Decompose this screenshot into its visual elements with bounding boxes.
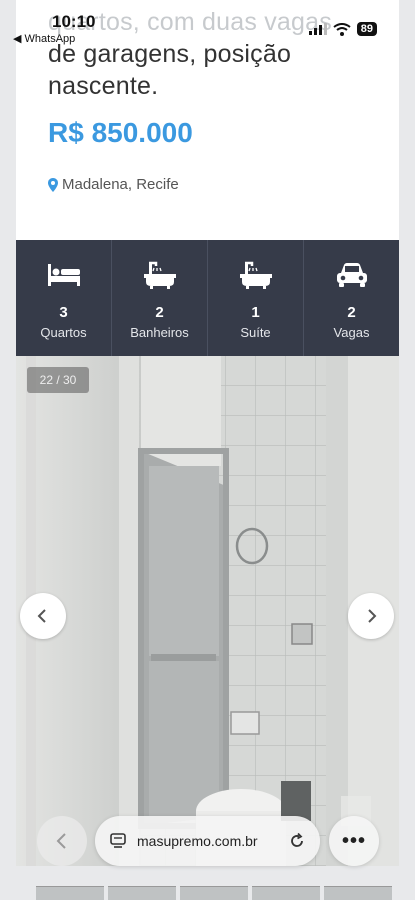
address-bar[interactable]: masupremo.com.br [95,816,320,866]
gallery-photo[interactable] [16,356,399,866]
location-text: Madalena, Recife [62,176,179,193]
back-to-app-link[interactable]: ◀ WhatsApp [13,32,75,45]
status-bar: 10:10 ◀ WhatsApp 89 [0,0,415,46]
gallery-next-button[interactable] [348,593,394,639]
chevron-right-icon [368,609,377,623]
feature-vagas: 2 Vagas [304,240,399,356]
listing-price: R$ 850.000 [48,117,193,148]
chevron-left-icon [56,833,66,849]
more-options-button[interactable]: ••• [329,816,379,866]
battery-indicator: 89 [356,22,377,36]
feature-banheiros: 2 Banheiros [112,240,208,356]
map-pin-icon [48,177,58,192]
thumbnail-strip [36,886,392,900]
thumbnail[interactable] [324,886,392,900]
feature-quartos: 3 Quartos [16,240,112,356]
signal-icon [308,23,327,35]
thumbnail[interactable] [108,886,176,900]
feature-suite: 1 Suíte [208,240,304,356]
thumbnail[interactable] [36,886,104,900]
tabs-menu-icon[interactable] [109,832,127,850]
browser-back-button[interactable] [37,816,87,866]
title-line: nascente. [48,72,159,100]
reload-icon[interactable] [288,832,306,850]
bed-icon [47,264,80,286]
chevron-left-icon [37,609,46,623]
page: 10:10 ◀ WhatsApp 89 quartos, com duas va… [0,0,415,900]
feature-label: Quartos [40,325,87,340]
bathtub-icon [143,261,176,289]
feature-value: 2 [155,304,164,321]
status-icons: 89 [308,22,377,36]
browser-toolbar: masupremo.com.br ••• [0,812,415,870]
feature-label: Vagas [333,325,370,340]
gallery-counter: 22 / 30 [27,367,89,393]
status-time: 10:10 [52,12,96,31]
feature-value: 3 [59,304,68,321]
features-bar: 3 Quartos 2 Banheiros 1 Suíte 2 Vagas [16,240,399,356]
feature-value: 1 [251,304,260,321]
feature-label: Banheiros [130,325,189,340]
listing-location: Madalena, Recife [48,176,179,193]
feature-value: 2 [347,304,356,321]
thumbnail[interactable] [252,886,320,900]
bathroom-photo [16,356,399,866]
gallery-prev-button[interactable] [20,593,66,639]
car-icon [336,263,367,287]
feature-label: Suíte [240,325,271,340]
thumbnail[interactable] [180,886,248,900]
bathtub-icon [239,261,272,289]
url-text[interactable]: masupremo.com.br [137,833,278,849]
wifi-icon [333,22,351,36]
